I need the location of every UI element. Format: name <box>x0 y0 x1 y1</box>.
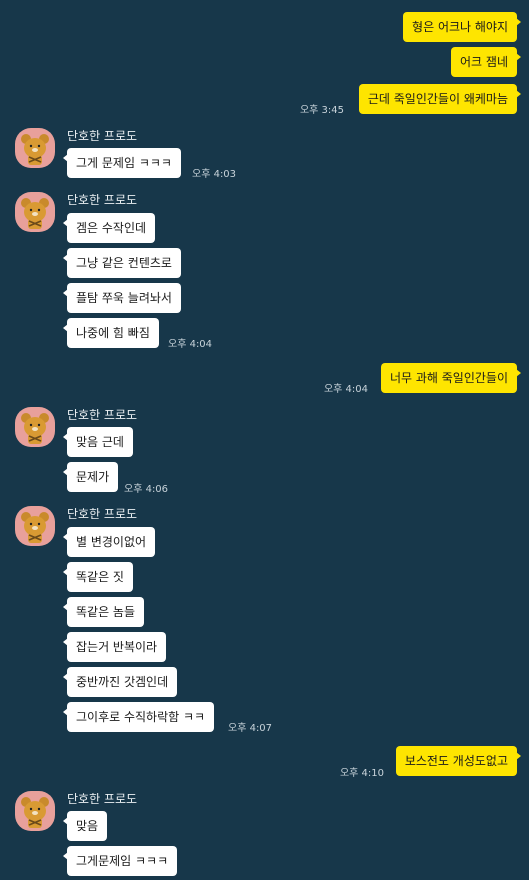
sender-name: 단호한 프로도 <box>67 408 138 422</box>
incoming-message[interactable]: 그게 문제임 ㅋㅋㅋ <box>63 148 181 178</box>
ryan-character-icon <box>21 198 49 229</box>
incoming-message[interactable]: 별 변경이없어 <box>62 527 156 557</box>
sender-name: 단호한 프로도 <box>67 507 138 521</box>
incoming-message[interactable]: 맞음 <box>62 811 108 841</box>
outgoing-message[interactable]: 형은 어크나 해야지 <box>403 12 521 42</box>
incoming-message[interactable]: 플탐 쭈욱 늘려놔서 <box>63 283 181 313</box>
incoming-message[interactable]: 문제가 <box>62 462 119 492</box>
incoming-message[interactable]: 맞음 근데 <box>63 427 133 457</box>
incoming-message[interactable]: 그게문제임 ㅋㅋㅋ <box>62 846 178 876</box>
incoming-message[interactable]: 잡는거 반복이라 <box>62 632 167 662</box>
incoming-message[interactable]: 그이후로 수직하락함 ㅋㅋ <box>62 702 215 732</box>
chat-room[interactable]: 형은 어크나 해야지 어크 잼네 근데 죽일인간들이 왜케마늠 오후 3:45 … <box>0 0 529 880</box>
avatar[interactable] <box>15 128 55 168</box>
incoming-message[interactable]: 겜은 수작인데 <box>62 213 156 243</box>
incoming-message[interactable]: 똑같은 짓 <box>63 562 133 592</box>
ryan-character-icon <box>21 413 49 444</box>
message-time: 오후 4:07 <box>228 723 273 734</box>
ryan-character-icon <box>21 134 49 165</box>
sender-name: 단호한 프로도 <box>67 193 138 207</box>
outgoing-message[interactable]: 보스전도 개성도없고 <box>395 746 522 776</box>
sender-name: 단호한 프로도 <box>67 792 138 806</box>
outgoing-message[interactable]: 너무 과해 죽일인간들이 <box>380 363 522 393</box>
incoming-message[interactable]: 나중에 힘 빠짐 <box>63 318 159 348</box>
message-time: 오후 4:06 <box>124 484 169 495</box>
message-time: 오후 4:03 <box>192 169 237 180</box>
outgoing-message[interactable]: 어크 잼네 <box>451 47 521 77</box>
avatar[interactable] <box>15 506 55 546</box>
avatar[interactable] <box>15 407 55 447</box>
message-time: 오후 4:10 <box>339 768 384 779</box>
ryan-character-icon <box>21 512 49 543</box>
ryan-character-icon <box>21 797 49 828</box>
message-time: 오후 3:45 <box>299 105 344 116</box>
incoming-message[interactable]: 똑같은 놈들 <box>62 597 145 627</box>
message-time: 오후 4:04 <box>323 384 368 395</box>
incoming-message[interactable]: 중반까진 갓겜인데 <box>62 667 178 697</box>
avatar[interactable] <box>15 791 55 831</box>
outgoing-message[interactable]: 근데 죽일인간들이 왜케마늠 <box>358 84 522 114</box>
avatar[interactable] <box>15 192 55 232</box>
sender-name: 단호한 프로도 <box>67 129 138 143</box>
incoming-message[interactable]: 그냥 같은 컨텐츠로 <box>63 248 181 278</box>
message-time: 오후 4:04 <box>168 339 213 350</box>
